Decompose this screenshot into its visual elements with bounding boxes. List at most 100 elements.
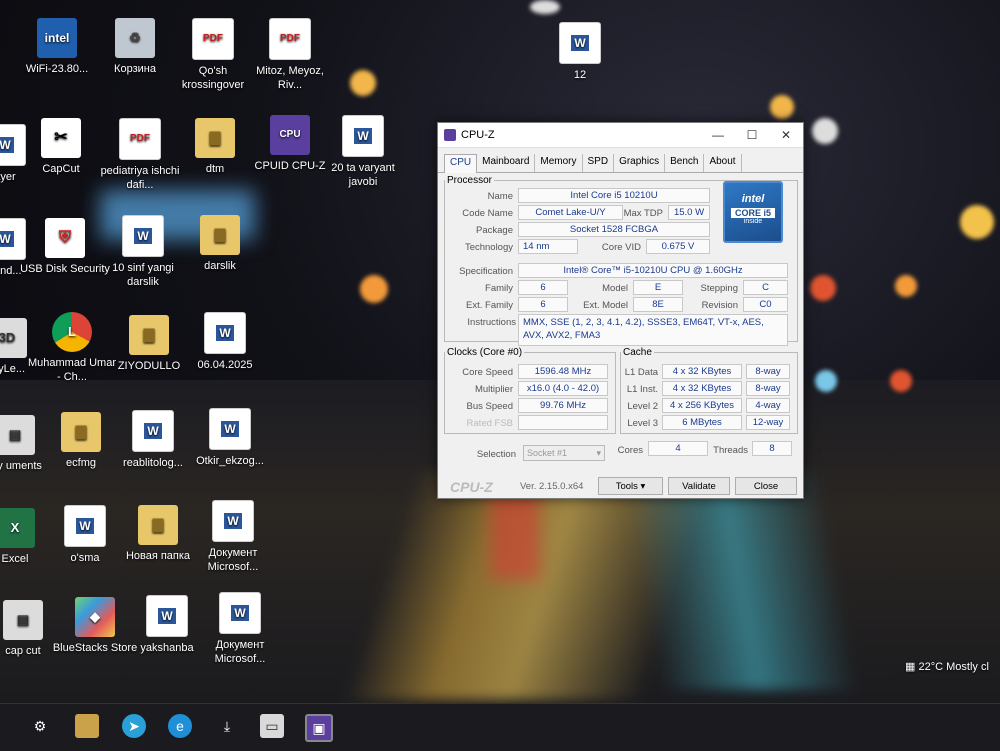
busspeed-label: Bus Speed bbox=[466, 401, 513, 412]
folder-icon: ▇ bbox=[195, 118, 235, 158]
window-title: CPU-Z bbox=[461, 129, 495, 141]
socket-select[interactable]: Socket #1 ▾ bbox=[523, 445, 605, 461]
window-titlebar[interactable]: CPU-Z — ☐ ✕ bbox=[438, 123, 803, 148]
tools-button[interactable]: Tools ▾ bbox=[598, 477, 663, 495]
wallpaper-light-streak bbox=[620, 470, 860, 690]
word-document-icon: W bbox=[212, 500, 254, 542]
desktop-icon-folder[interactable]: ▇ darslik bbox=[175, 215, 265, 273]
desktop-icon-word-doc[interactable]: W Документ Microsof... bbox=[188, 500, 278, 574]
tab-cpu[interactable]: CPU bbox=[444, 154, 478, 173]
icon-label: WiFi-23.80... bbox=[25, 63, 89, 75]
tab-bar: CPU Mainboard Memory SPD Graphics Bench … bbox=[438, 148, 803, 173]
icon-label: Корзина bbox=[114, 63, 156, 75]
desktop-icon-word-doc[interactable]: W 06.04.2025 bbox=[180, 312, 270, 372]
ratedfsb-value bbox=[518, 415, 608, 430]
instructions-label: Instructions bbox=[467, 317, 516, 328]
minimize-icon[interactable]: — bbox=[701, 128, 735, 142]
close-button[interactable]: Close bbox=[735, 477, 797, 495]
icon-label: 12 bbox=[573, 69, 587, 81]
tab-bench[interactable]: Bench bbox=[665, 154, 705, 172]
tab-mainboard[interactable]: Mainboard bbox=[477, 154, 536, 172]
desktop-icon-word-doc[interactable]: W 12 bbox=[535, 22, 625, 82]
l3-value: 6 MBytes bbox=[662, 415, 742, 430]
technology-value: 14 nm bbox=[518, 239, 578, 254]
chevron-down-icon: ▾ bbox=[596, 448, 601, 458]
cpuz-app-icon bbox=[444, 129, 456, 141]
corespeed-label: Core Speed bbox=[462, 367, 513, 378]
model-label: Model bbox=[602, 283, 628, 294]
desktop-icon-word-doc[interactable]: W Документ Microsof... bbox=[195, 592, 285, 666]
threads-label: Threads bbox=[713, 445, 748, 456]
icon-label: Документ Microsof... bbox=[207, 547, 259, 573]
capcut-icon: ✂ bbox=[41, 118, 81, 158]
notes-icon[interactable]: ▭ bbox=[260, 714, 284, 738]
maximize-icon[interactable]: ☐ bbox=[735, 128, 769, 142]
clocks-legend: Clocks (Core #0) bbox=[447, 347, 523, 358]
chrome-icon: L bbox=[52, 312, 92, 352]
validate-button[interactable]: Validate bbox=[668, 477, 730, 495]
desktop-icon-word-doc[interactable]: W 20 ta varyant javobi bbox=[318, 115, 408, 189]
tab-graphics[interactable]: Graphics bbox=[614, 154, 666, 172]
logo-inside-text: inside bbox=[743, 218, 763, 225]
icon-label: USB Disk Security bbox=[20, 263, 110, 275]
desktop-icon-word-doc[interactable]: W Otkir_ekzog... bbox=[185, 408, 275, 468]
revision-label: Revision bbox=[701, 300, 738, 311]
edge-icon[interactable]: e bbox=[168, 714, 192, 738]
desktop-icon-usb-security[interactable]: ⛨ USB Disk Security bbox=[20, 218, 110, 276]
settings-icon[interactable]: ⚙ bbox=[28, 714, 52, 738]
cpuz-brand-logo: CPU-Z bbox=[450, 479, 493, 495]
pdf-icon: PDF bbox=[269, 18, 311, 60]
close-icon[interactable]: ✕ bbox=[769, 128, 803, 142]
icon-label: 06.04.2025 bbox=[197, 359, 253, 371]
desktop-icon-pdf[interactable]: PDF Mitoz, Meyoz, Riv... bbox=[245, 18, 335, 92]
name-value: Intel Core i5 10210U bbox=[518, 188, 710, 203]
extmodel-value: 8E bbox=[633, 297, 683, 312]
file-explorer-icon[interactable] bbox=[75, 714, 99, 738]
extmodel-label: Ext. Model bbox=[583, 300, 628, 311]
cpuz-icon: CPU bbox=[270, 115, 310, 155]
l1data-assoc: 8-way bbox=[746, 364, 790, 379]
folder-icon: ▇ bbox=[138, 505, 178, 545]
app-icon: 3D bbox=[0, 318, 27, 358]
word-document-icon: W bbox=[204, 312, 246, 354]
instructions-value: MMX, SSE (1, 2, 3, 4.1, 4.2), SSSE3, EM6… bbox=[518, 314, 788, 346]
maxtdp-value: 15.0 W bbox=[668, 205, 710, 220]
technology-label: Technology bbox=[464, 242, 513, 253]
desktop-icon-capcut[interactable]: ✂ CapCut bbox=[16, 118, 106, 176]
extfamily-label: Ext. Family bbox=[466, 300, 513, 311]
tab-memory[interactable]: Memory bbox=[535, 154, 583, 172]
corevid-value: 0.675 V bbox=[646, 239, 710, 254]
wallpaper-bokeh bbox=[895, 275, 917, 297]
cpuz-taskbar-icon[interactable]: ▣ bbox=[305, 714, 333, 742]
word-document-icon: W bbox=[559, 22, 601, 64]
socket-select-value: Socket #1 bbox=[527, 448, 568, 458]
icon-label: CapCut bbox=[42, 163, 80, 175]
cores-label: Cores bbox=[617, 445, 643, 456]
desktop-icon-recycle-bin[interactable]: ♻ Корзина bbox=[90, 18, 180, 76]
shield-icon: ⛨ bbox=[45, 218, 85, 258]
icon-label: Mitoz, Meyoz, Riv... bbox=[256, 65, 324, 91]
folder-icon: ▤ bbox=[3, 600, 43, 640]
specification-label: Specification bbox=[459, 266, 513, 277]
cpuz-window[interactable]: CPU-Z — ☐ ✕ CPU Mainboard Memory SPD Gra… bbox=[437, 122, 804, 499]
busspeed-value: 99.76 MHz bbox=[518, 398, 608, 413]
codename-label: Code Name bbox=[462, 208, 513, 219]
corespeed-value: 1596.48 MHz bbox=[518, 364, 608, 379]
wallpaper-bokeh bbox=[530, 0, 560, 14]
telegram-icon[interactable]: ➤ bbox=[122, 714, 146, 738]
folder-icon: ▇ bbox=[200, 215, 240, 255]
weather-widget[interactable]: ▦ 22°C Mostly cl bbox=[905, 660, 989, 673]
folder-icon: ▇ bbox=[61, 412, 101, 452]
desktop-icon-wifi[interactable]: intel WiFi-23.80... bbox=[12, 18, 102, 76]
bluestacks-icon: ◆ bbox=[75, 597, 115, 637]
intel-core-i5-logo: intel CORE i5 inside bbox=[723, 181, 783, 243]
tab-about[interactable]: About bbox=[704, 154, 742, 172]
tab-spd[interactable]: SPD bbox=[583, 154, 615, 172]
word-document-icon: W bbox=[132, 410, 174, 452]
package-label: Package bbox=[476, 225, 513, 236]
pdf-icon: PDF bbox=[192, 18, 234, 60]
wallpaper-bokeh bbox=[960, 205, 994, 239]
download-icon[interactable]: ⤓ bbox=[215, 714, 239, 738]
chevron-down-icon: ▾ bbox=[640, 481, 646, 492]
processor-legend: Processor bbox=[447, 175, 493, 186]
